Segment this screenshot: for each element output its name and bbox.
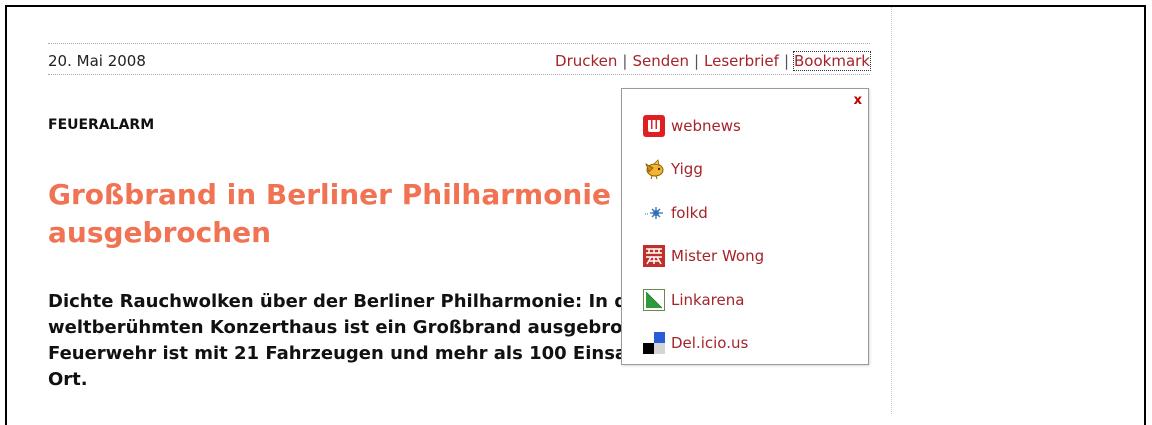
linkarena-icon [643,288,665,311]
bookmark-link[interactable]: Bookmark [793,51,871,71]
bookmark-label: Linkarena [671,290,745,309]
bookmark-label: Yigg [671,160,703,179]
print-link[interactable]: Drucken [555,52,617,70]
close-button[interactable]: x [854,93,862,108]
bookmark-item-mister-wong[interactable]: Mister Wong [643,235,764,279]
bookmark-label: Del.icio.us [671,334,749,353]
mister-wong-icon [643,245,665,268]
bookmark-item-delicious[interactable]: Del.icio.us [643,322,764,366]
webnews-icon [643,114,665,137]
separator: | [783,52,789,70]
yigg-icon [643,158,665,180]
column-divider [891,7,892,414]
bookmark-label: webnews [671,116,741,135]
bookmark-label: Mister Wong [671,247,765,266]
delicious-icon [643,332,665,355]
separator: | [693,52,700,70]
article-tools: Drucken | Senden | Leserbrief | Bookmark [555,51,871,71]
bookmark-list: webnews Yigg folkd Mister Wong Linkarena… [643,104,764,365]
send-link[interactable]: Senden [632,52,689,70]
bookmark-item-webnews[interactable]: webnews [643,104,764,148]
separator: | [622,52,628,70]
bookmark-item-folkd[interactable]: folkd [643,191,764,235]
reader-letter-link[interactable]: Leserbrief [704,52,779,70]
folkd-icon [643,202,665,224]
bookmark-label: folkd [671,203,708,222]
bookmark-item-linkarena[interactable]: Linkarena [643,278,764,322]
bookmark-item-yigg[interactable]: Yigg [643,148,764,192]
article-date: 20. Mai 2008 [48,52,146,70]
article-toolbar: 20. Mai 2008 Drucken | Senden | Leserbrief | B… [48,43,871,75]
bookmark-popup: x webnews Yigg folkd Mister Wong Linkare… [621,88,869,365]
article-kicker: FEUERALARM [48,117,155,133]
